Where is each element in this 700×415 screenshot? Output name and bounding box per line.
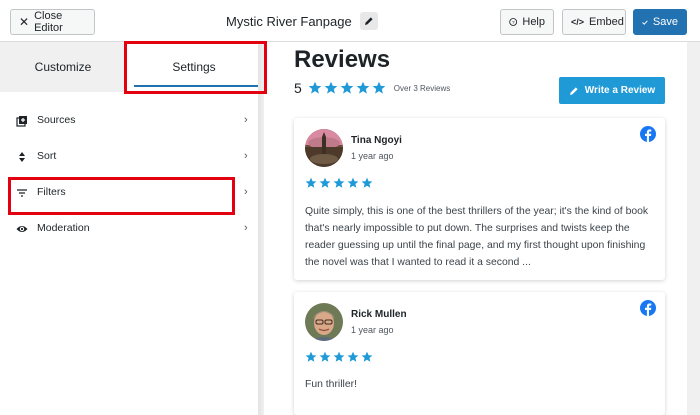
review-date: 1 year ago <box>351 325 394 335</box>
sidebar-item-moderation[interactable]: Moderation › <box>0 211 262 247</box>
page-title: Mystic River Fanpage <box>226 13 352 29</box>
reviews-preview: Reviews 5 Over 3 Reviews Write a Review <box>274 42 700 415</box>
page-title-group: Mystic River Fanpage <box>226 12 378 30</box>
edit-title-button[interactable] <box>359 12 378 30</box>
star-icon <box>308 81 322 94</box>
review-text: Quite simply, this is one of the best th… <box>305 206 649 268</box>
close-editor-button[interactable]: ✕ Close Editor <box>10 9 95 35</box>
save-label: Save <box>652 16 678 28</box>
eye-icon <box>16 223 28 235</box>
chevron-right-icon: › <box>244 222 248 234</box>
save-button[interactable]: Save <box>633 9 687 35</box>
filters-item-highlight <box>8 177 235 215</box>
avatar <box>305 303 343 341</box>
star-icon <box>361 177 373 188</box>
facebook-icon <box>640 300 656 316</box>
review-card: Rick Mullen 1 year ago Fun thriller! <box>294 292 665 415</box>
facebook-icon <box>640 126 656 142</box>
preview-scrollbar[interactable] <box>687 42 700 415</box>
chevron-right-icon: › <box>244 114 248 126</box>
review-card: Tina Ngoyi 1 year ago Quite simply, this… <box>294 118 665 280</box>
star-icon <box>333 177 345 188</box>
settings-tab-highlight <box>124 41 267 94</box>
chevron-right-icon: › <box>244 186 248 198</box>
code-icon: </> <box>571 17 585 27</box>
sidebar-item-label: Moderation <box>37 222 90 234</box>
star-icon <box>333 351 345 362</box>
star-icon <box>305 351 317 362</box>
editor-topbar: ✕ Close Editor Mystic River Fanpage ? He… <box>0 0 700 42</box>
review-stars <box>305 177 373 189</box>
close-editor-label: Close Editor <box>34 10 63 34</box>
help-button[interactable]: ? Help <box>500 9 554 35</box>
reviewer-name: Tina Ngoyi <box>351 135 402 146</box>
reviewer-name: Rick Mullen <box>351 309 407 320</box>
star-icon <box>319 177 331 188</box>
star-icon <box>305 177 317 188</box>
checkmark-icon <box>642 20 648 25</box>
star-icon <box>356 81 370 94</box>
sidebar-item-sort[interactable]: Sort › <box>0 139 262 175</box>
close-icon: ✕ <box>19 15 30 29</box>
star-icon <box>372 81 386 94</box>
sidebar-divider <box>258 42 264 415</box>
tab-customize[interactable]: Customize <box>0 42 126 92</box>
sort-icon <box>16 151 28 163</box>
star-icon <box>361 351 373 362</box>
star-icon <box>347 177 359 188</box>
star-icon <box>319 351 331 362</box>
write-review-label: Write a Review <box>584 85 656 96</box>
rating-stars <box>308 81 386 95</box>
reviews-feed: Reviews 5 Over 3 Reviews Write a Review <box>274 42 687 415</box>
settings-sidebar: Customize Settings Sources › Sort › Filt… <box>0 42 262 415</box>
rating-value: 5 <box>294 80 302 96</box>
reviews-heading: Reviews <box>294 46 391 73</box>
sidebar-item-sources[interactable]: Sources › <box>0 103 262 139</box>
sidebar-item-label: Sources <box>37 114 76 126</box>
review-date: 1 year ago <box>351 151 394 161</box>
svg-text:?: ? <box>512 20 515 26</box>
star-icon <box>347 351 359 362</box>
star-icon <box>340 81 354 94</box>
embed-label: Embed <box>589 16 624 28</box>
help-label: Help <box>522 16 545 28</box>
review-text: Fun thriller! <box>305 379 357 390</box>
sources-icon <box>16 115 28 127</box>
rating-summary: 5 Over 3 Reviews <box>294 80 450 96</box>
avatar <box>305 129 343 167</box>
embed-button[interactable]: </> Embed <box>562 9 626 35</box>
review-count: Over 3 Reviews <box>393 83 451 93</box>
pencil-icon <box>364 17 373 25</box>
help-icon: ? <box>509 18 518 26</box>
review-stars <box>305 351 373 363</box>
pencil-icon <box>569 86 578 95</box>
chevron-right-icon: › <box>244 150 248 162</box>
sidebar-item-label: Sort <box>37 150 57 162</box>
write-review-button[interactable]: Write a Review <box>559 77 665 104</box>
star-icon <box>324 81 338 94</box>
